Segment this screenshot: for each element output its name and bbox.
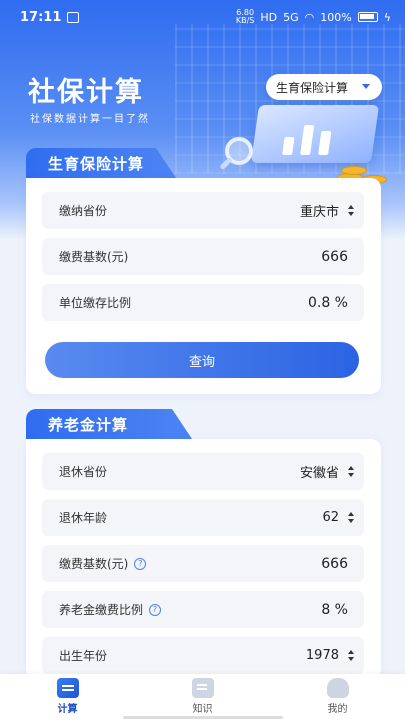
row-label: 退休省份 xyxy=(59,465,108,479)
nav-label: 知识 xyxy=(192,704,213,715)
spinner-icon xyxy=(347,512,354,523)
maternity-base-input[interactable]: 缴费基数(元) 666 xyxy=(42,238,364,275)
row-label: 退休年龄 xyxy=(59,511,108,525)
profile-icon xyxy=(326,678,349,698)
calculator-icon xyxy=(56,678,79,698)
document-icon xyxy=(191,678,214,698)
row-value: 8 % xyxy=(321,601,348,618)
network-speed: 6.80 KB/S xyxy=(235,8,255,25)
pension-base-input[interactable]: 缴费基数(元) ? 666 xyxy=(42,545,364,582)
row-value: 0.8 % xyxy=(307,294,348,311)
home-indicator xyxy=(123,716,283,719)
pension-section-heading: 养老金计算 xyxy=(26,409,192,439)
chart-board-icon xyxy=(250,105,380,163)
nav-label: 计算 xyxy=(57,704,78,715)
status-time: 17:11 xyxy=(20,9,62,25)
row-label: 缴纳省份 xyxy=(59,204,108,218)
row-label: 缴费基数(元) xyxy=(59,250,129,264)
row-value: 666 xyxy=(321,555,348,572)
spinner-icon xyxy=(347,650,354,661)
calculation-type-label: 生育保险计算 xyxy=(276,80,349,95)
charging-icon: ϟ xyxy=(383,10,391,24)
signal-5g: 5G xyxy=(283,10,299,24)
pension-ratio-input[interactable]: 养老金缴费比例 ? 8 % xyxy=(42,591,364,628)
battery-percent: 100% xyxy=(320,10,352,24)
row-label: 养老金缴费比例 xyxy=(59,603,144,617)
row-value: 重庆市 xyxy=(299,205,339,220)
pension-age-select[interactable]: 退休年龄 62 xyxy=(42,499,364,536)
nav-label: 我的 xyxy=(327,704,348,715)
battery-icon xyxy=(357,12,378,22)
row-label: 缴费基数(元) xyxy=(59,557,129,571)
caret-down-icon xyxy=(362,84,370,89)
spinner-icon xyxy=(347,205,354,216)
maternity-section-heading: 生育保险计算 xyxy=(26,148,176,178)
chart-illustration xyxy=(215,95,400,190)
page-subtitle: 社保数据计算一目了然 xyxy=(30,114,150,125)
nav-item-mine[interactable]: 我的 xyxy=(298,678,378,715)
maternity-ratio-input[interactable]: 单位缴存比例 0.8 % xyxy=(42,284,364,321)
message-icon xyxy=(67,11,80,23)
maternity-card: 缴纳省份 重庆市 缴费基数(元) 666 单位缴存比例 0.8 % 查询 xyxy=(26,178,381,394)
row-value: 62 xyxy=(322,510,339,525)
row-value: 1978 xyxy=(305,648,339,663)
row-label: 出生年份 xyxy=(59,649,108,663)
hd-badge: HD xyxy=(260,10,278,24)
status-bar: 17:11 6.80 KB/S HD 5G ◠ 100% ϟ xyxy=(0,0,405,34)
help-icon[interactable]: ? xyxy=(149,603,162,616)
nav-item-knowledge[interactable]: 知识 xyxy=(163,678,243,715)
page-title: 社保计算 xyxy=(28,77,144,108)
birth-year-select[interactable]: 出生年份 1978 xyxy=(42,637,364,674)
bottom-navigation: 计算 知识 我的 xyxy=(0,674,405,720)
maternity-province-select[interactable]: 缴纳省份 重庆市 xyxy=(42,192,364,229)
pension-card: 退休省份 安徽省 退休年龄 62 缴费基数(元) ? 666 养老金缴费比例 ?… xyxy=(26,439,381,679)
nav-item-calculate[interactable]: 计算 xyxy=(28,678,108,715)
row-value: 安徽省 xyxy=(299,466,339,481)
query-button[interactable]: 查询 xyxy=(45,342,359,378)
row-value: 666 xyxy=(321,248,348,265)
row-label: 单位缴存比例 xyxy=(59,296,132,310)
wifi-icon: ◠ xyxy=(304,10,315,24)
pension-province-select[interactable]: 退休省份 安徽省 xyxy=(42,453,364,490)
spinner-icon xyxy=(347,466,354,477)
help-icon[interactable]: ? xyxy=(134,557,147,570)
